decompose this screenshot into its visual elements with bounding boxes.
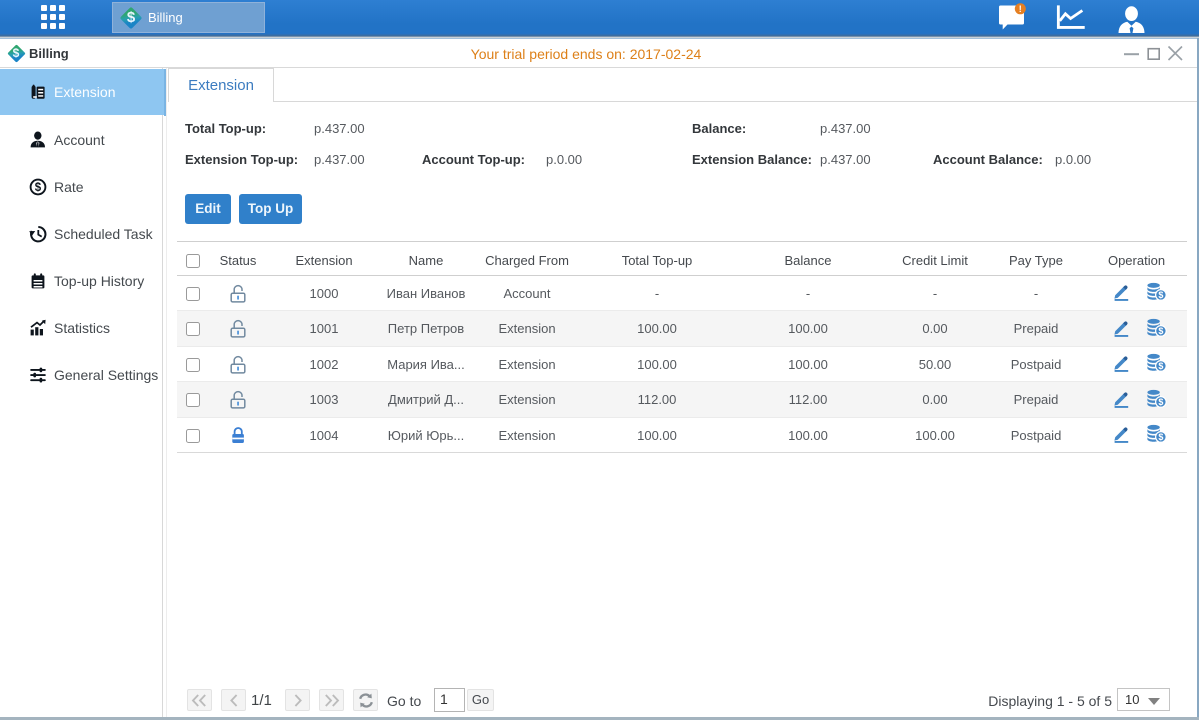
svg-text:$: $: [1158, 432, 1163, 442]
svg-text:$: $: [1158, 326, 1163, 336]
svg-text:$: $: [1158, 290, 1163, 300]
svg-text:$: $: [1158, 361, 1163, 371]
svg-text:$: $: [35, 182, 42, 194]
svg-text:$: $: [1158, 397, 1163, 407]
svg-text:!: !: [1019, 4, 1022, 14]
